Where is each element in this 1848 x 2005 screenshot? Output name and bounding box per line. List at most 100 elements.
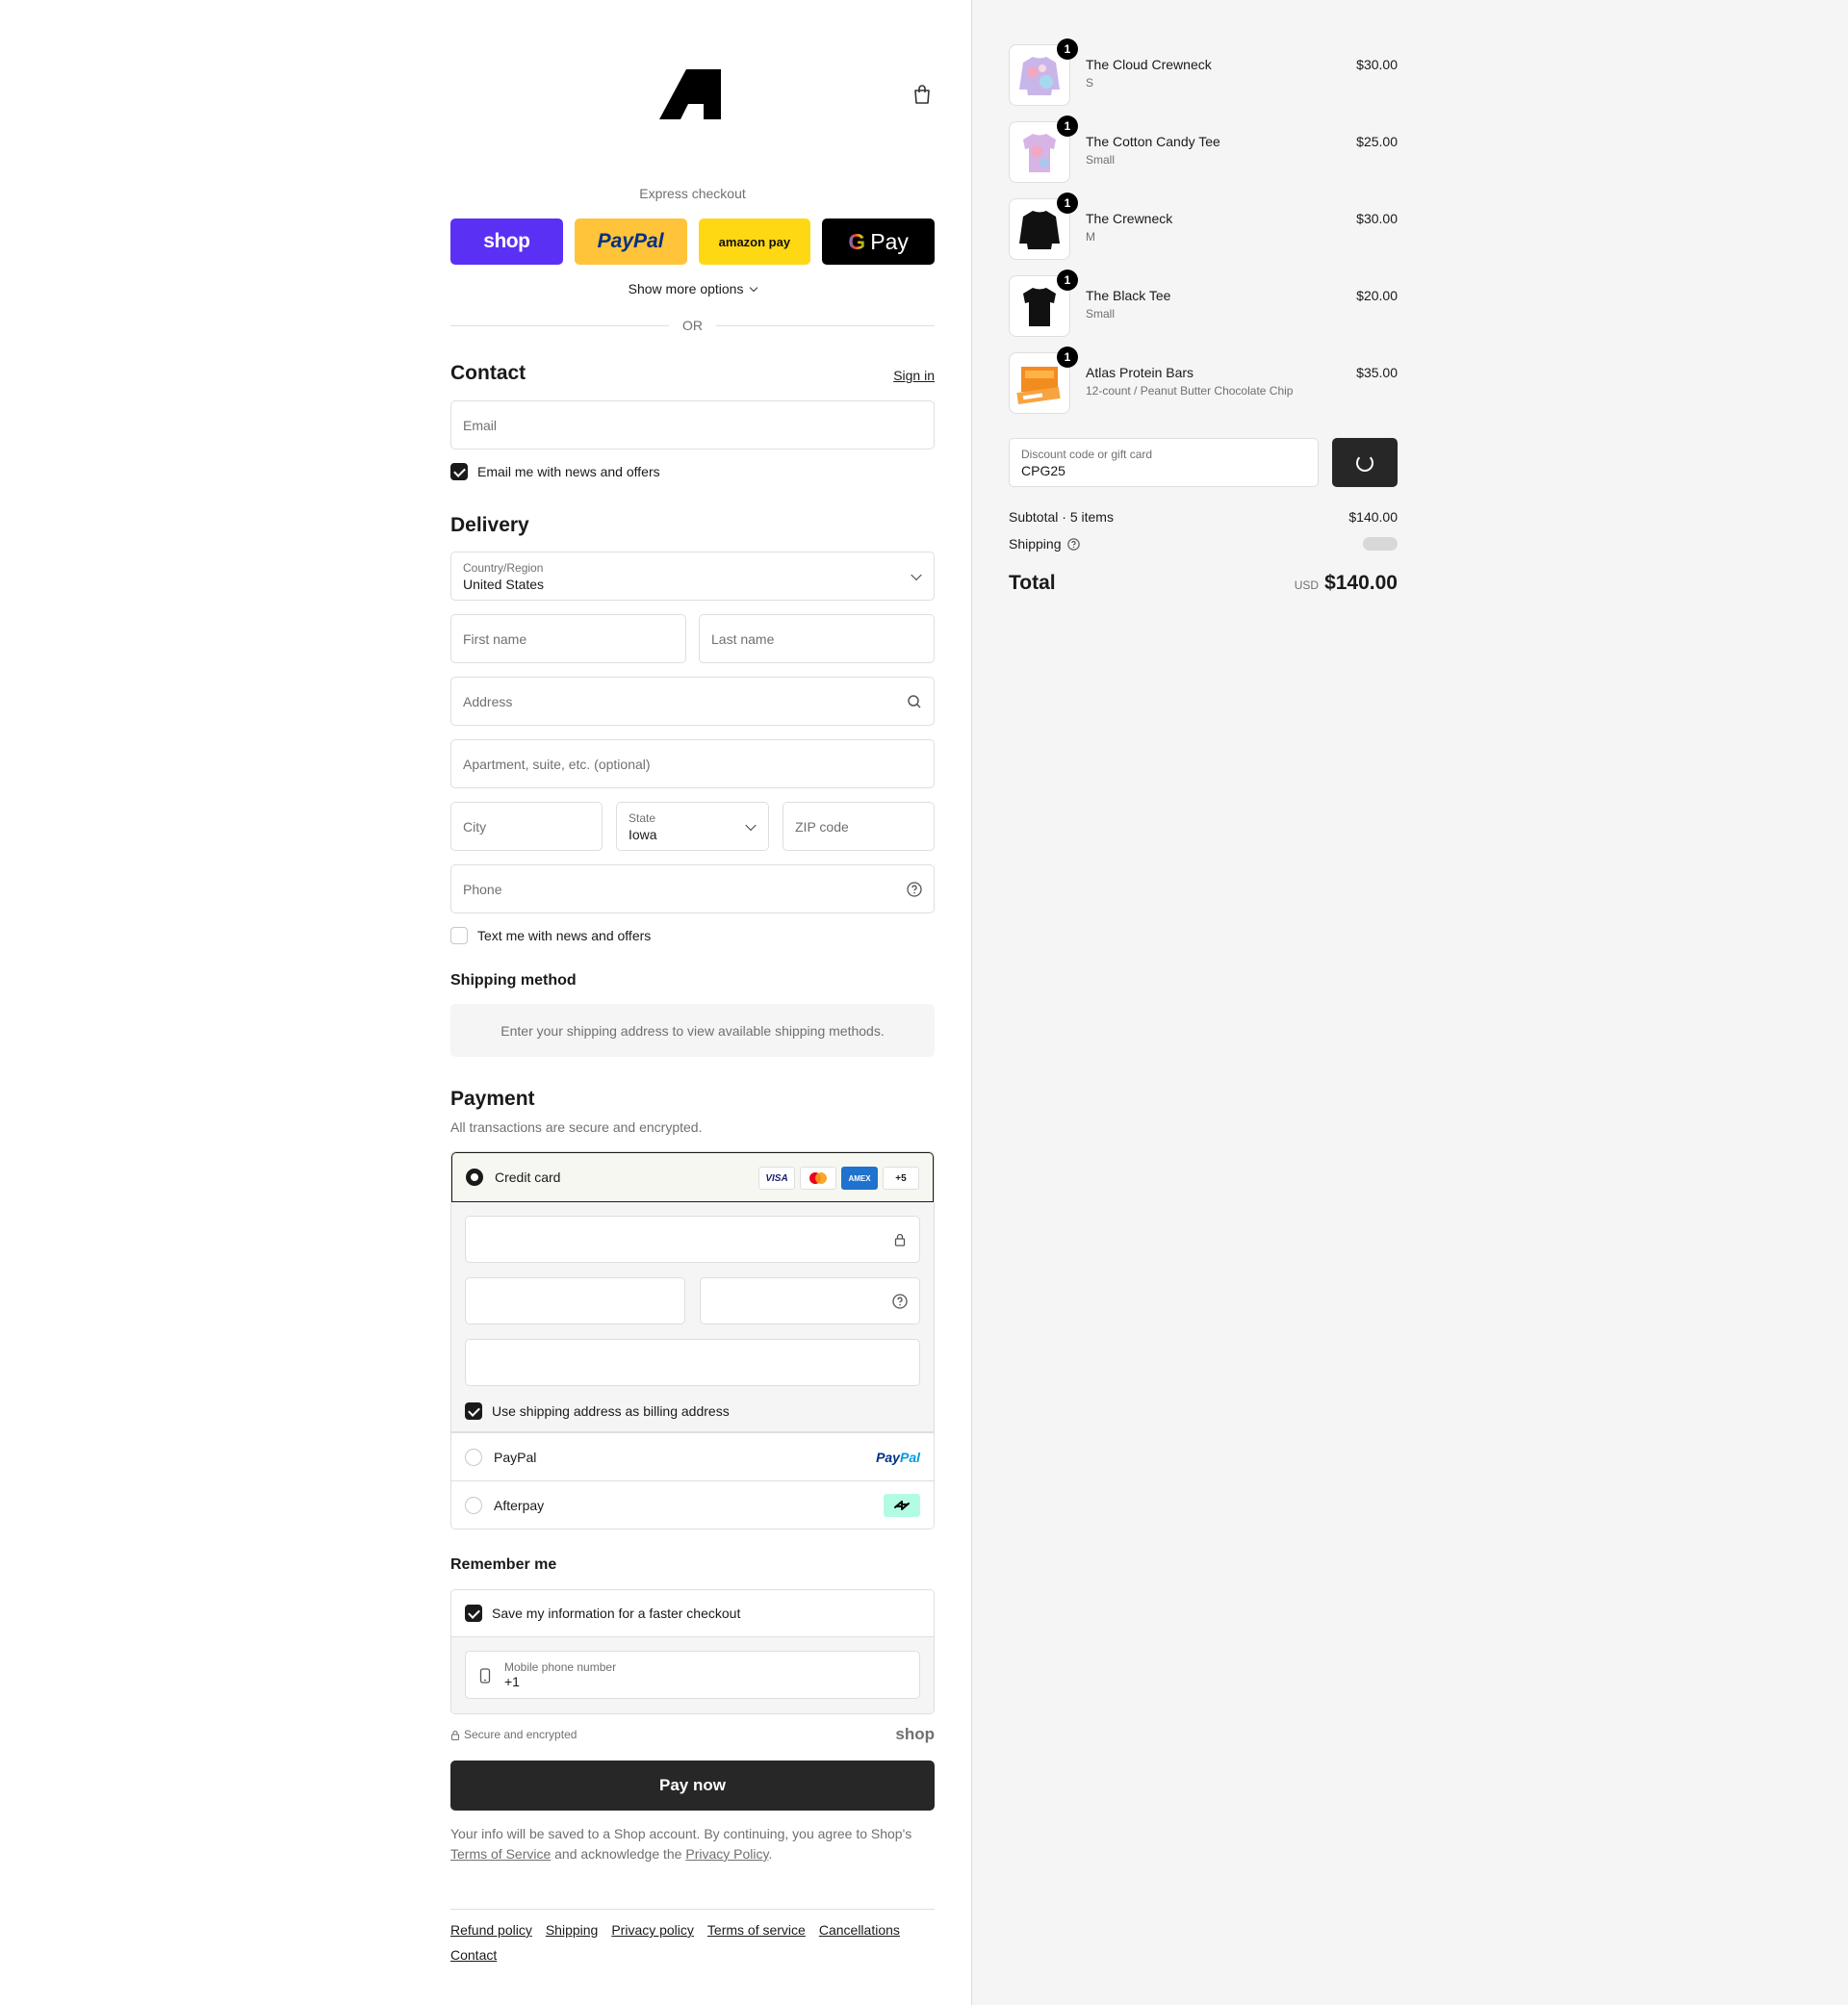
subtotal-value: $140.00 <box>1348 509 1398 525</box>
apartment-field[interactable]: Apartment, suite, etc. (optional) <box>450 739 935 788</box>
cart-item: 1 Atlas Protein Bars 12-count / Peanut B… <box>1009 347 1398 414</box>
amazon-pay-button[interactable]: amazon pay <box>698 218 811 265</box>
paypal-radio[interactable] <box>465 1448 482 1466</box>
save-info-checkbox[interactable] <box>465 1605 482 1622</box>
refund-policy-link[interactable]: Refund policy <box>450 1922 532 1938</box>
help-circle-icon[interactable] <box>892 1293 908 1309</box>
privacy-policy-link[interactable]: Privacy policy <box>611 1922 694 1938</box>
discount-code-value: CPG25 <box>1021 462 1065 478</box>
cancellations-link[interactable]: Cancellations <box>819 1922 900 1938</box>
country-label: Country/Region <box>463 560 544 575</box>
city-placeholder: City <box>463 818 487 835</box>
chevron-down-icon <box>750 283 758 293</box>
visa-icon: VISA <box>758 1167 795 1190</box>
shop-terms-link[interactable]: Terms of Service <box>450 1846 551 1862</box>
expiration-field[interactable] <box>465 1277 685 1324</box>
security-code-field[interactable] <box>700 1277 920 1324</box>
shipping-label: Shipping <box>1009 536 1062 552</box>
mobile-phone-icon <box>479 1668 491 1684</box>
text-news-checkbox[interactable] <box>450 927 468 944</box>
address-field[interactable]: Address <box>450 677 935 726</box>
google-pay-button[interactable]: G Pay <box>822 218 935 265</box>
paypal-option[interactable]: PayPal PayPal <box>451 1432 934 1480</box>
email-field[interactable]: Email <box>450 400 935 450</box>
item-price: $35.00 <box>1356 365 1398 380</box>
email-news-checkbox[interactable] <box>450 463 468 480</box>
paypal-label: PayPal <box>494 1449 537 1465</box>
shop-pay-button[interactable]: shop <box>450 218 563 265</box>
item-variant: Small <box>1086 153 1116 167</box>
show-more-options-button[interactable]: Show more options <box>450 281 935 296</box>
paypal-express-button[interactable]: PayPal <box>574 218 687 265</box>
quantity-badge: 1 <box>1057 347 1078 368</box>
total-label: Total <box>1009 572 1056 594</box>
apply-discount-button[interactable] <box>1332 438 1398 487</box>
quantity-badge: 1 <box>1057 193 1078 214</box>
city-field[interactable]: City <box>450 802 603 851</box>
afterpay-radio[interactable] <box>465 1496 482 1514</box>
express-checkout-title: Express checkout <box>639 186 746 201</box>
chevron-down-icon <box>911 569 922 580</box>
phone-placeholder: Phone <box>463 881 502 897</box>
lock-icon <box>450 1730 460 1740</box>
card-brands: VISA AMEX +5 <box>758 1167 919 1190</box>
shopping-bag-icon[interactable] <box>912 84 932 105</box>
remember-me-box: Save my information for a faster checkou… <box>450 1589 935 1714</box>
contact-link[interactable]: Contact <box>450 1947 935 1963</box>
credit-card-radio[interactable] <box>466 1169 483 1186</box>
mobile-phone-label: Mobile phone number <box>504 1660 617 1674</box>
amazon-pay-label: amazon pay <box>718 234 791 249</box>
shipping-policy-link[interactable]: Shipping <box>546 1922 599 1938</box>
country-value: United States <box>463 576 545 592</box>
name-on-card-field[interactable] <box>465 1339 920 1386</box>
credit-card-option[interactable]: Credit card VISA AMEX +5 <box>451 1152 934 1202</box>
show-more-label: Show more options <box>628 281 744 296</box>
shop-privacy-link[interactable]: Privacy Policy <box>685 1846 768 1862</box>
lock-icon <box>894 1233 906 1247</box>
first-name-field[interactable]: First name <box>450 614 686 663</box>
text-news-label: Text me with news and offers <box>477 928 652 943</box>
paypal-logo-pal: Pal <box>899 1449 920 1465</box>
mobile-phone-field[interactable]: Mobile phone number +1 <box>465 1651 920 1699</box>
mobile-phone-value: +1 <box>504 1674 520 1689</box>
sign-in-link[interactable]: Sign in <box>893 368 935 383</box>
item-variant: 12-count / Peanut Butter Chocolate Chip <box>1086 384 1294 398</box>
address-placeholder: Address <box>463 693 513 709</box>
secure-row: Secure and encrypted shop <box>450 1725 935 1744</box>
text-news-row[interactable]: Text me with news and offers <box>450 927 651 944</box>
footer-divider <box>450 1909 935 1910</box>
save-info-row[interactable]: Save my information for a faster checkou… <box>451 1590 934 1637</box>
cart-item: 1 The Crewneck M $30.00 <box>1009 193 1398 260</box>
pay-now-label: Pay now <box>659 1776 726 1794</box>
card-number-field[interactable] <box>465 1216 920 1263</box>
item-price: $25.00 <box>1356 134 1398 149</box>
or-label: OR <box>682 318 703 333</box>
state-select[interactable]: State Iowa <box>616 802 769 851</box>
item-name: The Cloud Crewneck <box>1086 57 1212 72</box>
quantity-badge: 1 <box>1057 39 1078 60</box>
item-variant: Small <box>1086 307 1116 321</box>
discount-code-field[interactable]: Discount code or gift card CPG25 <box>1009 438 1319 487</box>
item-price: $30.00 <box>1356 57 1398 72</box>
atlas-logo[interactable] <box>659 69 721 119</box>
paypal-wordmark: PayPal <box>597 230 664 252</box>
billing-address-checkbox[interactable] <box>465 1402 482 1420</box>
secure-notice: Secure and encrypted <box>450 1728 577 1741</box>
billing-address-row[interactable]: Use shipping address as billing address <box>465 1402 730 1420</box>
help-circle-icon[interactable] <box>907 881 922 897</box>
pay-now-button[interactable]: Pay now <box>450 1761 935 1811</box>
terms-of-service-link[interactable]: Terms of service <box>707 1922 806 1938</box>
help-circle-icon[interactable] <box>1066 537 1080 551</box>
phone-field[interactable]: Phone <box>450 864 935 913</box>
search-icon <box>908 694 921 708</box>
paypal-logo-pay: Pay <box>876 1449 900 1465</box>
afterpay-option[interactable]: Afterpay <box>451 1480 934 1529</box>
last-name-field[interactable]: Last name <box>699 614 935 663</box>
paypal-logo: PayPal <box>876 1450 920 1465</box>
shipping-method-title: Shipping method <box>450 972 577 989</box>
zip-field[interactable]: ZIP code <box>783 802 935 851</box>
apartment-placeholder: Apartment, suite, etc. (optional) <box>463 756 651 772</box>
country-select[interactable]: Country/Region United States <box>450 552 935 601</box>
quantity-badge: 1 <box>1057 116 1078 137</box>
email-news-row[interactable]: Email me with news and offers <box>450 463 660 480</box>
